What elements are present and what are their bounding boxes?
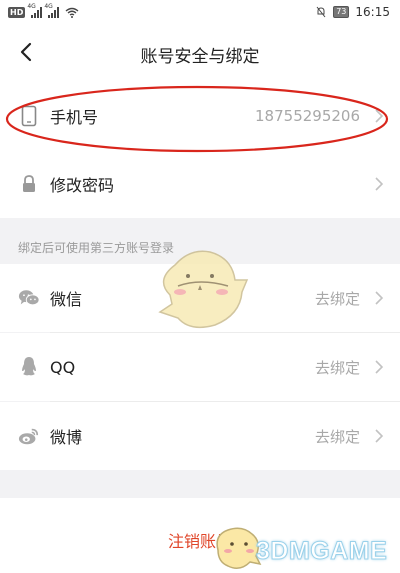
chevron-right-icon [375, 109, 384, 123]
page-title: 账号安全与绑定 [140, 47, 260, 67]
qq-icon [18, 356, 40, 378]
battery-indicator: 73 [333, 6, 350, 18]
signal-label: 4G [44, 2, 53, 10]
weibo-row[interactable]: 微博 去绑定 [0, 402, 400, 470]
status-bar: HD 4G 4G 73 16:15 [0, 0, 400, 24]
qq-bind-action[interactable]: 去绑定 [315, 357, 360, 378]
wifi-icon [65, 7, 79, 18]
change-password-label: 修改密码 [50, 176, 115, 195]
clock: 16:15 [355, 5, 390, 19]
weibo-label: 微博 [50, 428, 83, 447]
hd-badge: HD [8, 6, 26, 18]
signal-label: 4G [27, 2, 36, 10]
weibo-icon [18, 425, 40, 447]
phone-label: 手机号 [50, 108, 99, 127]
wechat-bind-action[interactable]: 去绑定 [315, 288, 360, 309]
change-password-row[interactable]: 修改密码 [0, 150, 400, 218]
phone-row[interactable]: 手机号 18755295206 [0, 82, 400, 150]
mute-bell-icon [316, 6, 326, 18]
status-bar-left: HD 4G 4G [8, 3, 79, 18]
nav-bar: 账号安全与绑定 [0, 24, 400, 82]
phone-icon [18, 105, 40, 127]
lock-icon [18, 173, 40, 195]
cell-signal-icon: 4G [27, 3, 43, 18]
chevron-right-icon [375, 429, 384, 443]
chevron-right-icon [375, 360, 384, 374]
chevron-right-icon [375, 291, 384, 305]
chevron-right-icon [375, 177, 384, 191]
wechat-label: 微信 [50, 290, 83, 309]
watermark-text: 3DMGAME [255, 537, 388, 566]
third-party-section-title: 绑定后可使用第三方账号登录 [18, 241, 175, 255]
logout-account-label: 注销账号 [167, 531, 232, 551]
qq-row[interactable]: QQ 去绑定 [0, 333, 400, 401]
status-bar-right: 73 16:15 [315, 5, 390, 19]
wechat-row[interactable]: 微信 去绑定 [0, 264, 400, 332]
wechat-icon [18, 287, 40, 309]
weibo-bind-action[interactable]: 去绑定 [315, 426, 360, 447]
phone-number: 18755295206 [255, 107, 360, 125]
cell-signal-icon: 4G [44, 3, 60, 18]
qq-label: QQ [50, 357, 76, 377]
